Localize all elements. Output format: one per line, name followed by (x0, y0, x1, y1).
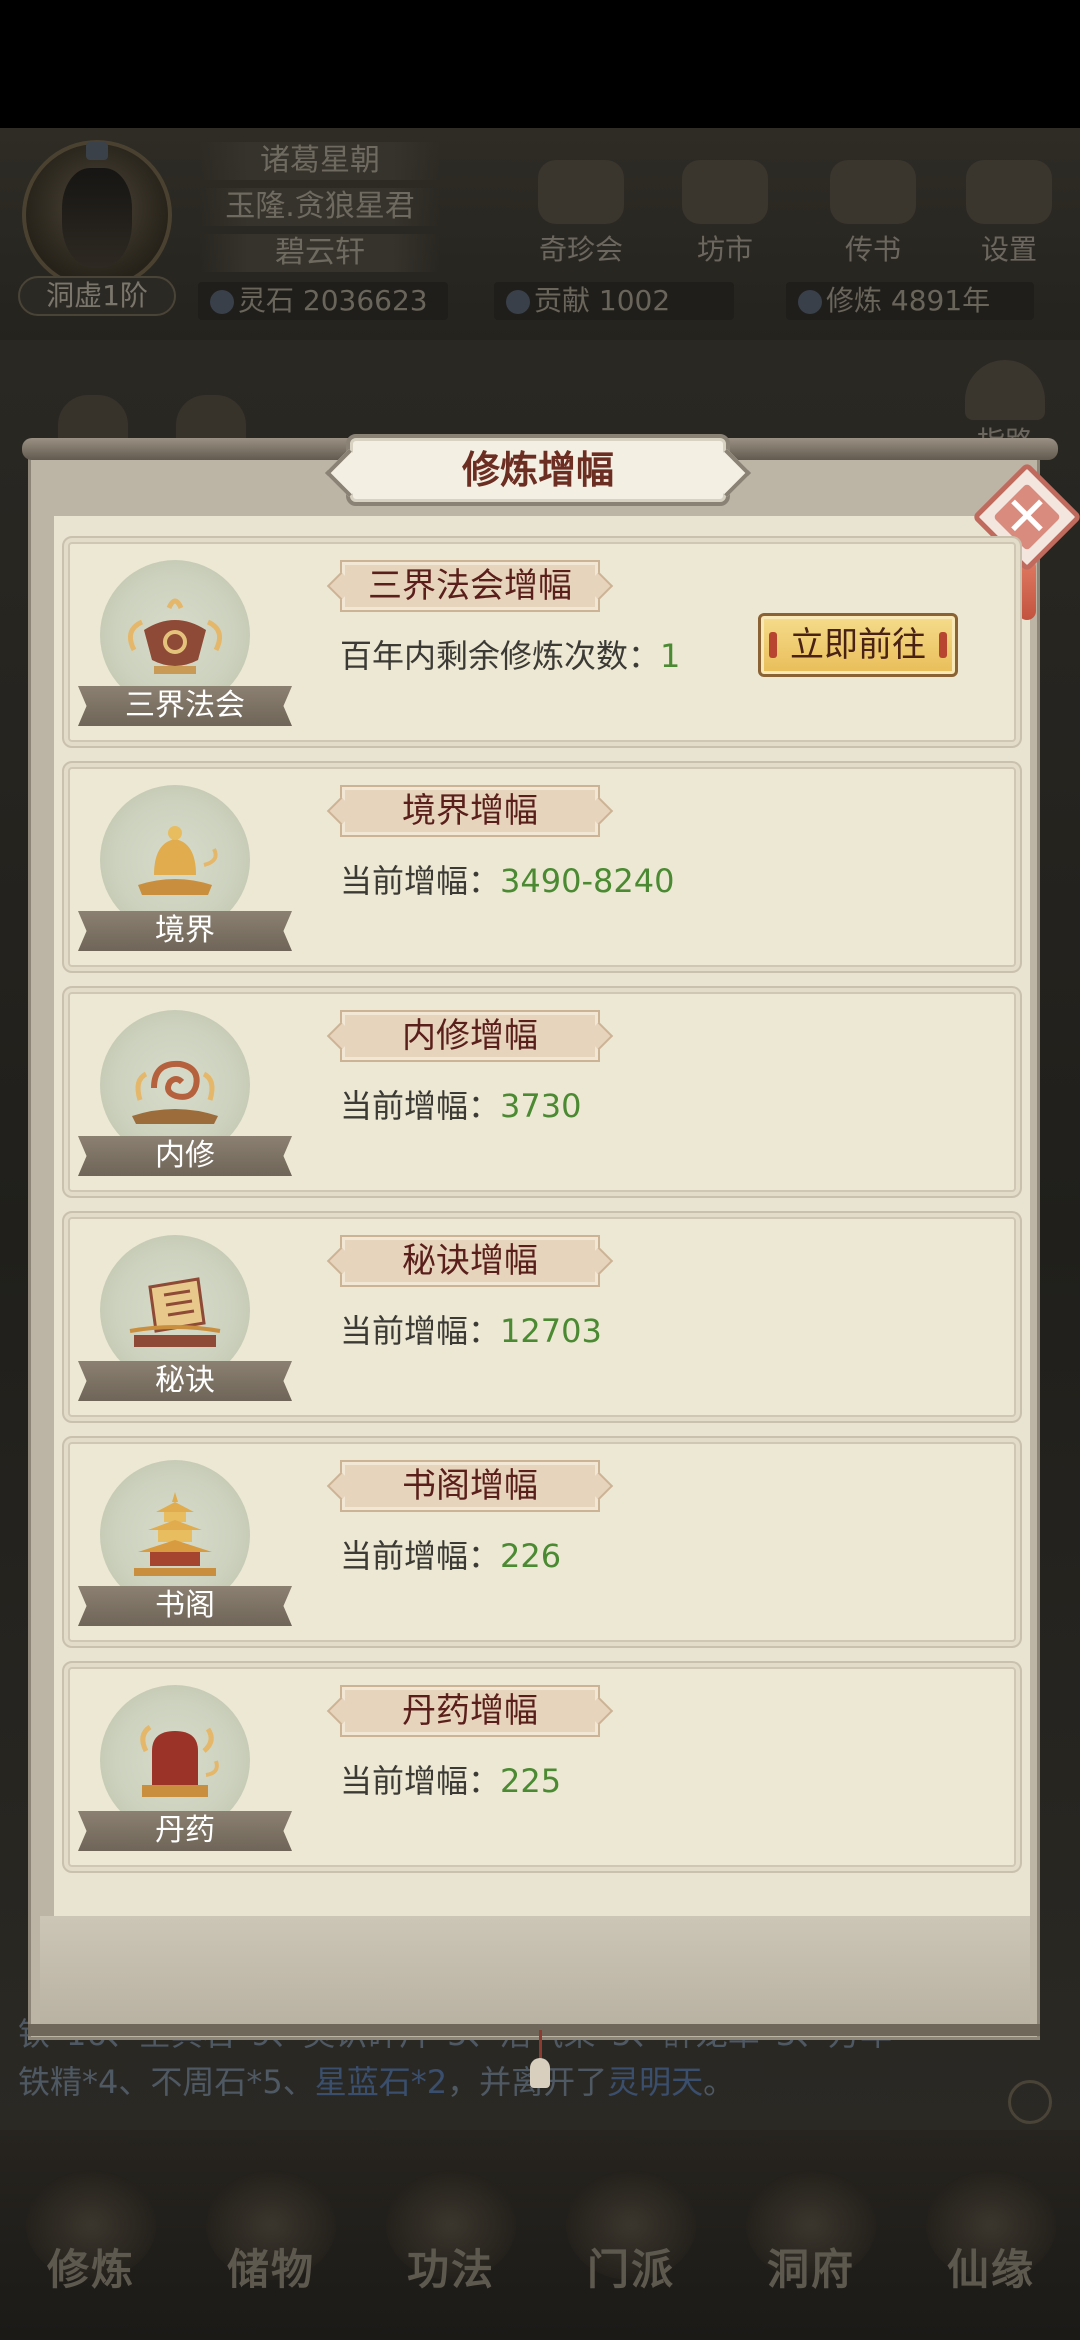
nav-tab-cultivate: 修炼 (6, 2170, 176, 2320)
remaining-count-value: 1 (660, 637, 681, 675)
nav-tab-techniques: 功法 (366, 2170, 536, 2320)
spirit-stone-icon (210, 290, 234, 314)
pagoda-icon (134, 1492, 216, 1576)
nav-tab-storage: 储物 (186, 2170, 356, 2320)
spiral-orb-icon (132, 1060, 218, 1124)
entry-title-box: 秘诀增幅 (340, 1235, 600, 1287)
modal-title: 修炼增幅 (461, 448, 614, 492)
entry-info-line: 当前增幅：3490-8240 (340, 862, 675, 900)
emblem-label: 书阁 (155, 1588, 215, 1623)
boost-value: 225 (500, 1762, 562, 1800)
entry-title-box: 内修增幅 (340, 1010, 600, 1062)
entry-info-line: 当前增幅：12703 (340, 1312, 602, 1350)
market-icon (682, 160, 768, 224)
emblem-label: 内修 (155, 1138, 215, 1173)
entry-title: 丹药增幅 (402, 1691, 538, 1731)
log-expand-arrow-icon (1008, 2080, 1052, 2124)
boost-value: 12703 (500, 1312, 602, 1350)
guide-icon (965, 360, 1045, 420)
menu-treasure-fair: 奇珍会 (526, 160, 636, 268)
golden-bell-icon (138, 826, 218, 895)
entry-title: 书阁增幅 (402, 1466, 538, 1506)
emblem-label: 三界法会 (125, 688, 245, 723)
modal-bottom-scroll (40, 1916, 1030, 2036)
entry-info-line: 当前增幅：225 (340, 1762, 562, 1800)
entry-info-line: 当前增幅：226 (340, 1537, 562, 1575)
entry-title: 三界法会增幅 (368, 566, 572, 606)
crown-icon (86, 142, 108, 160)
bell-pendant-icon (530, 2030, 550, 2090)
boost-entry-library: 书阁 书阁增幅 当前增幅：226 (62, 1436, 1022, 1648)
scroll-icon (129, 1277, 221, 1347)
nav-tab-sect: 门派 (546, 2170, 716, 2320)
treasure-fair-icon (538, 160, 624, 224)
emblem-label: 秘诀 (155, 1363, 215, 1398)
entry-title-box: 丹药增幅 (340, 1685, 600, 1737)
player-portrait (62, 168, 132, 268)
entry-info-line: 当前增幅：3730 (340, 1087, 582, 1125)
go-now-button[interactable]: 立即前往 (758, 613, 958, 677)
boost-entry-inner-cultivation: 内修 内修增幅 当前增幅：3730 (62, 986, 1022, 1198)
elixir-furnace-icon (140, 1724, 219, 1797)
emblem-label: 丹药 (155, 1813, 215, 1848)
boost-entry-three-realms: 三界法会 三界法会增幅 百年内剩余修炼次数：1 立即前往 (62, 536, 1022, 748)
entry-title-box: 境界增幅 (340, 785, 600, 837)
modal-title-plaque: 修炼增幅 (346, 434, 730, 506)
player-realm-badge: 洞虚1阶 (18, 276, 176, 316)
boost-entry-elixir: 丹药 丹药增幅 当前增幅：225 (62, 1661, 1022, 1873)
letters-icon (830, 160, 916, 224)
boost-value: 226 (500, 1537, 562, 1575)
player-title-3: 碧云轩 (200, 234, 440, 272)
incense-burner-icon (127, 598, 223, 674)
gear-icon (966, 160, 1052, 224)
player-title-1: 诸葛星朝 (200, 142, 440, 180)
cultivation-icon (798, 290, 822, 314)
menu-settings: 设置 (954, 160, 1064, 268)
nav-tab-fortune: 仙缘 (906, 2170, 1076, 2320)
menu-letters: 传书 (818, 160, 928, 268)
emblem-label: 境界 (155, 913, 215, 948)
status-bar (0, 0, 1080, 128)
nav-tab-cave: 洞府 (726, 2170, 896, 2320)
entry-title: 内修增幅 (402, 1016, 538, 1056)
boost-value: 3730 (500, 1087, 582, 1125)
player-title-2: 玉隆.贪狼星君 (200, 188, 440, 226)
resource-spirit-stone: 灵石 2036623 (198, 282, 448, 320)
entry-title: 境界增幅 (402, 791, 538, 831)
resource-cultivation-years: 修炼 4891年 (786, 282, 1034, 320)
contribution-icon (506, 290, 530, 314)
entry-title-box: 书阁增幅 (340, 1460, 600, 1512)
boost-value: 3490-8240 (500, 862, 675, 900)
resource-contribution: 贡献 1002 (494, 282, 734, 320)
entry-title-box: 三界法会增幅 (340, 560, 600, 612)
entry-info-line: 百年内剩余修炼次数：1 (340, 637, 681, 675)
boost-entry-realm: 境界 境界增幅 当前增幅：3490-8240 (62, 761, 1022, 973)
menu-market: 坊市 (670, 160, 780, 268)
entry-title: 秘诀增幅 (402, 1241, 538, 1281)
boost-entry-secret-art: 秘诀 秘诀增幅 当前增幅：12703 (62, 1211, 1022, 1423)
